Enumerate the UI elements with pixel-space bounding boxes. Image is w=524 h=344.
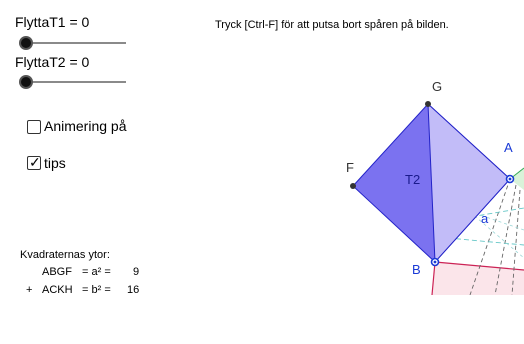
square-bc-fill	[432, 262, 524, 295]
label-g: G	[432, 79, 442, 94]
label-a: A	[504, 140, 513, 155]
label-b: B	[412, 262, 421, 277]
point-f[interactable]	[350, 183, 356, 189]
point-a-dot	[508, 177, 512, 181]
geometry-canvas[interactable]: G F A B T2 a	[0, 0, 524, 295]
point-g[interactable]	[425, 101, 431, 107]
triangle-t2	[427, 102, 511, 264]
label-t2: T2	[405, 172, 420, 187]
teal-dashed-line	[447, 237, 524, 246]
teal-dashed-line	[469, 211, 524, 259]
point-b-dot	[433, 260, 437, 264]
label-f: F	[346, 160, 354, 175]
label-side-a: a	[481, 211, 489, 226]
